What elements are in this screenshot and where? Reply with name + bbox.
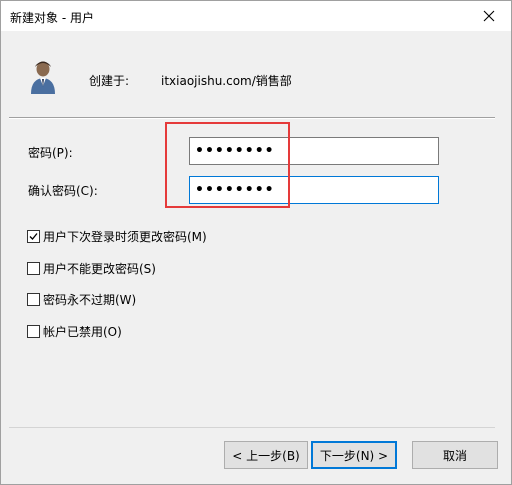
close-icon — [483, 10, 495, 22]
checkmark-icon — [29, 232, 38, 240]
created-in-label: 创建于: — [89, 74, 130, 88]
password-input[interactable] — [189, 137, 439, 165]
checkbox[interactable] — [27, 292, 40, 306]
option-cannot-change-password[interactable]: 用户不能更改密码(S) — [27, 260, 156, 276]
option-label: 用户下次登录时须更改密码(M) — [43, 229, 207, 244]
option-must-change-password[interactable]: 用户下次登录时须更改密码(M) — [27, 228, 207, 244]
option-label: 用户不能更改密码(S) — [43, 261, 156, 276]
cancel-button[interactable]: 取消 — [412, 441, 498, 469]
back-button[interactable]: < 上一步(B) — [224, 441, 308, 469]
created-in-value: itxiaojishu.com/销售部 — [161, 74, 292, 88]
checkbox[interactable] — [27, 261, 40, 275]
close-button[interactable] — [467, 1, 511, 31]
new-user-dialog: 新建对象 - 用户 创建于: itxiaojishu.com/销售部 密码(P)… — [0, 0, 512, 485]
password-label: 密码(P): — [28, 146, 73, 160]
option-password-never-expires[interactable]: 密码永不过期(W) — [27, 291, 136, 307]
user-avatar-icon — [31, 61, 55, 94]
window-title: 新建对象 - 用户 — [10, 11, 94, 25]
option-label: 密码永不过期(W) — [43, 292, 137, 307]
next-button[interactable]: 下一步(N) > — [311, 441, 397, 469]
option-account-disabled[interactable]: 帐户已禁用(O) — [27, 323, 122, 339]
footer-divider — [9, 427, 495, 428]
confirm-password-input[interactable] — [189, 176, 439, 204]
checkbox[interactable] — [27, 229, 40, 243]
checkbox[interactable] — [27, 324, 40, 338]
confirm-password-label: 确认密码(C): — [28, 184, 98, 198]
title-bar: 新建对象 - 用户 — [1, 1, 511, 31]
option-label: 帐户已禁用(O) — [43, 324, 122, 339]
header-divider — [9, 117, 495, 119]
